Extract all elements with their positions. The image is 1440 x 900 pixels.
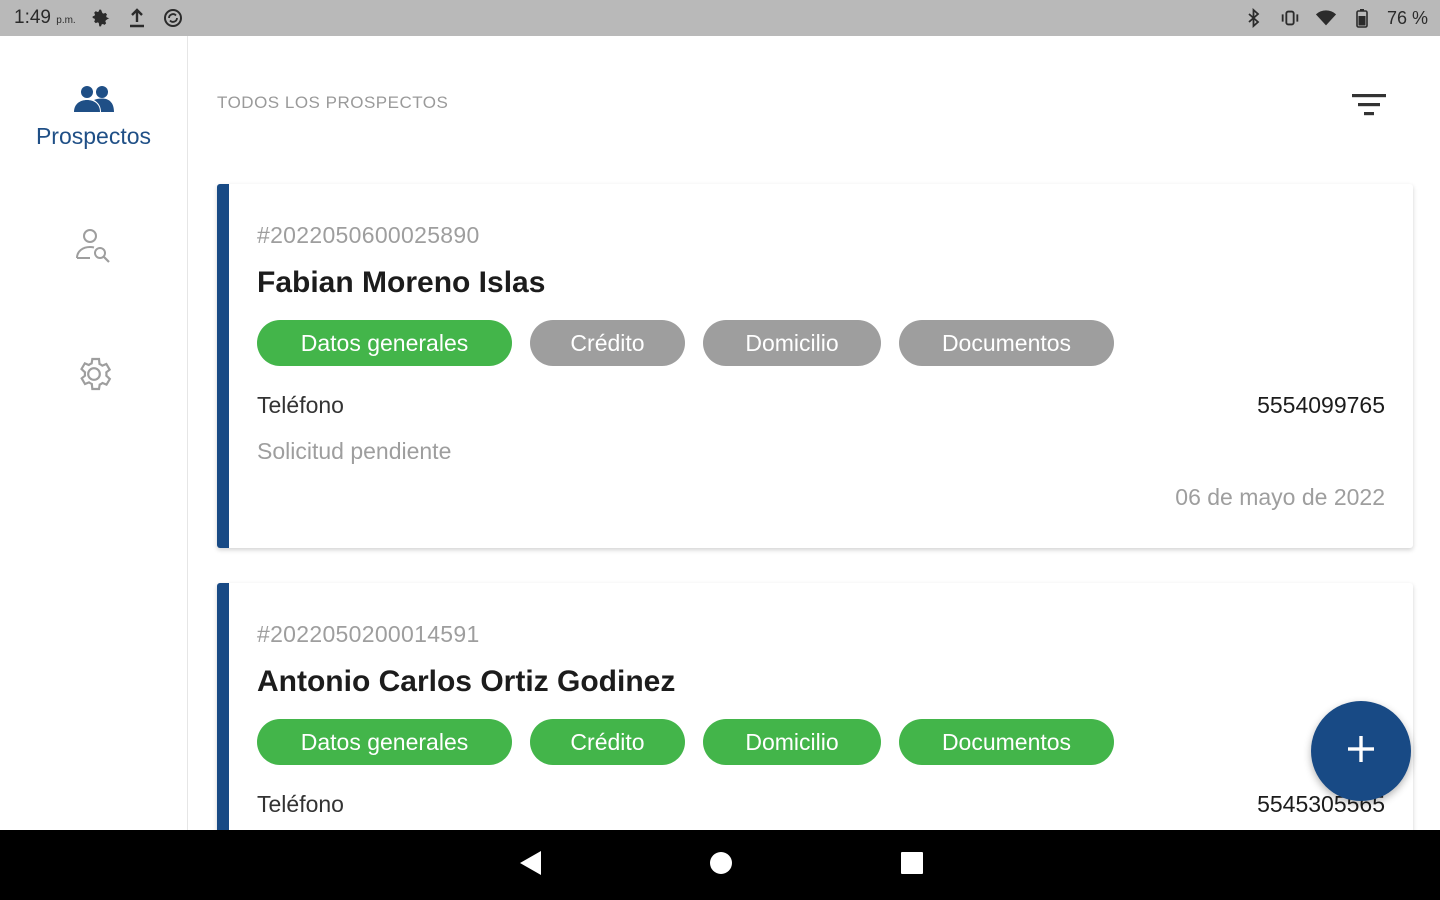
plus-icon xyxy=(1345,733,1377,770)
card-accent xyxy=(217,184,229,548)
recent-apps-button[interactable] xyxy=(882,830,942,900)
card-accent xyxy=(217,583,229,830)
filter-icon[interactable] xyxy=(1351,91,1387,121)
system-navigation-bar xyxy=(0,830,1440,900)
sidebar-item-prospectos[interactable]: Prospectos xyxy=(0,84,187,150)
recent-square-icon xyxy=(899,850,925,881)
chip-documentos[interactable]: Documentos xyxy=(899,320,1114,366)
sync-icon xyxy=(162,7,184,29)
request-status: Solicitud pendiente xyxy=(257,438,452,464)
sidebar-item-label: Prospectos xyxy=(35,123,152,149)
prospect-card[interactable]: #2022050200014591 Antonio Carlos Ortiz G… xyxy=(217,583,1413,830)
home-circle-icon xyxy=(708,850,734,881)
sidebar: Prospectos xyxy=(0,36,188,830)
chip-domicilio[interactable]: Domicilio xyxy=(703,719,881,765)
settings-notification-icon xyxy=(90,7,112,29)
chip-datos-generales[interactable]: Datos generales xyxy=(257,320,512,366)
vibrate-icon xyxy=(1279,7,1301,29)
prospect-name: Fabian Moreno Islas xyxy=(257,266,546,299)
phone-value: 5554099765 xyxy=(1257,392,1385,418)
battery-icon xyxy=(1351,7,1373,29)
back-button[interactable] xyxy=(500,830,560,900)
gear-icon xyxy=(74,354,114,399)
battery-percent: 76 % xyxy=(1386,7,1428,28)
chip-credito[interactable]: Crédito xyxy=(530,719,685,765)
sidebar-item-person-search[interactable] xyxy=(0,226,187,271)
progress-chips: Datos generales Crédito Domicilio Docume… xyxy=(257,320,1114,366)
person-search-icon xyxy=(74,226,114,271)
chip-credito[interactable]: Crédito xyxy=(530,320,685,366)
back-triangle-icon xyxy=(517,849,543,882)
chip-documentos[interactable]: Documentos xyxy=(899,719,1114,765)
phone-label: Teléfono xyxy=(257,392,344,418)
add-prospect-button[interactable] xyxy=(1311,701,1411,801)
bluetooth-icon xyxy=(1243,7,1265,29)
prospect-number: #2022050200014591 xyxy=(257,621,480,647)
chip-datos-generales[interactable]: Datos generales xyxy=(257,719,512,765)
wifi-icon xyxy=(1315,7,1337,29)
sidebar-item-settings[interactable] xyxy=(0,354,187,399)
status-left: 1:49 p.m. xyxy=(14,7,184,29)
page-title: TODOS LOS PROSPECTOS xyxy=(217,93,449,112)
main-content: TODOS LOS PROSPECTOS #2022050600025890 F… xyxy=(188,36,1440,830)
status-right: 76 % xyxy=(1243,7,1428,29)
prospect-name: Antonio Carlos Ortiz Godinez xyxy=(257,665,676,698)
people-icon xyxy=(72,84,116,119)
prospect-number: #2022050600025890 xyxy=(257,222,480,248)
status-bar: 1:49 p.m. 76 % xyxy=(0,0,1440,36)
status-time: 1:49 p.m. xyxy=(14,7,76,28)
prospect-card[interactable]: #2022050600025890 Fabian Moreno Islas Da… xyxy=(217,184,1413,548)
home-button[interactable] xyxy=(691,830,751,900)
phone-label: Teléfono xyxy=(257,791,344,817)
prospect-date: 06 de mayo de 2022 xyxy=(1175,484,1385,510)
progress-chips: Datos generales Crédito Domicilio Docume… xyxy=(257,719,1114,765)
upload-icon xyxy=(126,7,148,29)
chip-domicilio[interactable]: Domicilio xyxy=(703,320,881,366)
